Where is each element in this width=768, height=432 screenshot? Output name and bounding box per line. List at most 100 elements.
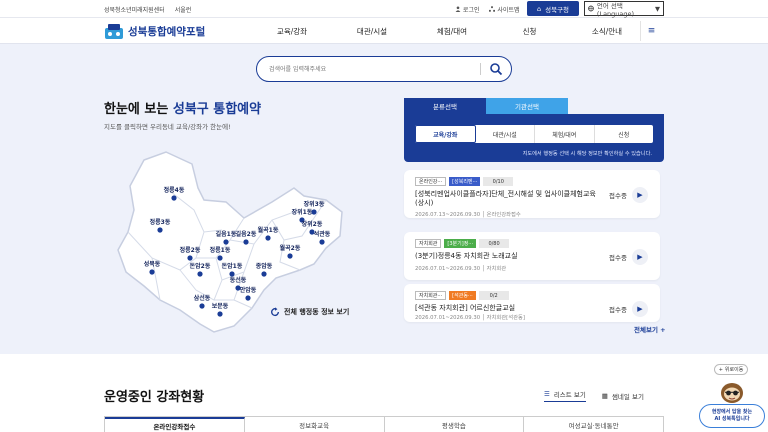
youth-center-link[interactable]: 성북청소년미래지원센터 (104, 5, 165, 14)
dong-label[interactable]: 장위2동 (302, 220, 323, 228)
hamburger-menu-icon[interactable]: ≡ (640, 21, 662, 41)
home-icon: ⌂ (536, 4, 542, 13)
filter-box: 교육/강좌 대관/시설 체험/대여 신청 지도에서 행정동 선택 시 해당 정보… (404, 114, 664, 162)
dong-label[interactable]: 돈암1동 (222, 262, 243, 270)
dong-marker[interactable] (245, 295, 251, 301)
dong-label[interactable]: 정릉4동 (164, 186, 185, 194)
chevron-right-icon[interactable]: ▶ (632, 301, 648, 317)
tab-category[interactable]: 분류선택 (404, 98, 486, 114)
nav-application[interactable]: 신청 (492, 18, 567, 44)
org-tag: 자치회관··· (415, 291, 447, 300)
program-card[interactable]: 자치회관··· [석관동··· 0/2 [석관동 자치회관] 어르신한글교실 2… (404, 284, 660, 322)
program-card[interactable]: 온라인강··· [성북리멘··· 0/10 [성북리멘업사이클플라자]단체_전시… (404, 170, 660, 218)
dong-label[interactable]: 안암동 (240, 286, 257, 294)
card-title: (3분기)정릉4동 자치회관 노래교실 (415, 252, 518, 260)
dong-label[interactable]: 월곡1동 (258, 226, 279, 234)
search-icon[interactable] (489, 62, 503, 76)
dong-label[interactable]: 동선동 (230, 276, 247, 284)
language-select[interactable]: 언어 선택 (Language) ▼ (584, 1, 664, 18)
chevron-right-icon[interactable]: ▶ (632, 187, 648, 203)
category-education[interactable]: 교육/강좌 (415, 125, 476, 143)
dong-label[interactable]: 돈암2동 (190, 262, 211, 270)
seoul-learn-link[interactable]: 서울런 (175, 5, 192, 14)
org-tag: 온라인강··· (415, 177, 447, 186)
dong-marker[interactable] (157, 227, 163, 233)
dong-label[interactable]: 정릉2동 (180, 246, 201, 254)
tab-institution[interactable]: 기관선택 (486, 98, 568, 114)
main-nav: 교육/강좌 대관/시설 체험/대여 신청 소식/안내 (252, 18, 647, 44)
category-experience[interactable]: 체험/대여 (535, 125, 595, 143)
thumbnail-view-button[interactable]: ▦ 썸네일 보기 (602, 391, 644, 401)
dong-marker[interactable] (197, 271, 203, 277)
dong-marker[interactable] (223, 239, 229, 245)
card-meta: 2026.07.01~2026.09.30 │ 자치회관[석관동] (415, 315, 525, 321)
card-title: [석관동 자치회관] 어르신한글교실 (415, 304, 516, 312)
course-status-section: 운영중인 강좌현황 ☰ 리스트 보기 ▦ 썸네일 보기 온라인강좌접수 정보화교… (0, 354, 768, 432)
dong-marker[interactable] (217, 311, 223, 317)
card-tags: 온라인강··· [성북리멘··· 0/10 (415, 177, 514, 186)
dong-marker[interactable] (265, 235, 271, 241)
full-dong-info-button[interactable]: 전체 행정동 정보 보기 (270, 307, 349, 317)
dong-label[interactable]: 석관동 (314, 230, 331, 238)
dong-label[interactable]: 종암동 (256, 262, 273, 270)
org-tag: 자치회관 (415, 239, 442, 248)
nav-news[interactable]: 소식/안내 (567, 18, 647, 44)
category-application[interactable]: 신청 (595, 125, 654, 143)
tab-women[interactable]: 여성교실·동네통안 (524, 417, 663, 432)
login-link[interactable]: 로그인 (455, 5, 479, 14)
category-rental[interactable]: 대관/시설 (476, 125, 535, 143)
card-place: 자치회관[석관동] (486, 315, 525, 321)
dong-marker[interactable] (171, 195, 177, 201)
view-all-link[interactable]: 전체보기 + (634, 324, 666, 334)
dong-label[interactable]: 장위3동 (304, 200, 325, 208)
section-title: 운영중인 강좌현황 (104, 390, 205, 405)
dong-marker[interactable] (229, 271, 235, 277)
card-tags: 자치회관 [3분기]정··· 0/80 (415, 239, 510, 248)
dong-label[interactable]: 길음2동 (236, 230, 257, 238)
chevron-right-icon[interactable]: ▶ (632, 249, 648, 265)
sitemap-link[interactable]: 사이트맵 (489, 5, 520, 14)
card-place: 자치회관 (486, 266, 507, 272)
program-tag: [3분기]정··· (444, 239, 477, 248)
nav-education[interactable]: 교육/강좌 (252, 18, 332, 44)
dong-label[interactable]: 장위1동 (292, 208, 313, 216)
dong-marker[interactable] (311, 209, 317, 215)
dong-marker[interactable] (287, 253, 293, 259)
dong-label[interactable]: 성북동 (144, 260, 161, 268)
card-date: 2026.07.01~2026.09.30 (415, 315, 481, 321)
dong-marker[interactable] (235, 285, 241, 291)
chatbot-mascot-icon[interactable] (718, 378, 746, 404)
list-icon: ☰ (544, 390, 550, 398)
dong-marker[interactable] (199, 303, 205, 309)
dong-label[interactable]: 정릉1동 (210, 246, 231, 254)
tab-online[interactable]: 온라인강좌접수 (105, 417, 245, 432)
hero-title-prefix: 한눈에 보는 (104, 102, 173, 117)
dong-label[interactable]: 길음1동 (216, 230, 237, 238)
dong-label[interactable]: 정릉3동 (150, 218, 171, 226)
tab-lifelong[interactable]: 평생학습 (385, 417, 525, 432)
utility-left-links: 성북청소년미래지원센터 서울런 (104, 5, 191, 14)
program-tag: [성북리멘··· (449, 177, 481, 186)
program-card[interactable]: 자치회관 [3분기]정··· 0/80 (3분기)정릉4동 자치회관 노래교실 … (404, 232, 660, 280)
card-meta: 2026.07.01~2026.09.30 │ 자치회관 (415, 266, 507, 272)
dong-label[interactable]: 월곡2동 (280, 244, 301, 252)
dong-marker[interactable] (261, 271, 267, 277)
chatbot-bubble[interactable]: 현장에서 답을 찾는 AI 성북톡입니다 (699, 404, 765, 428)
dong-marker[interactable] (217, 255, 223, 261)
nav-rental[interactable]: 대관/시설 (332, 18, 412, 44)
seongbuk-office-label: 성북구청 (545, 5, 570, 14)
dong-marker[interactable] (243, 239, 249, 245)
seongbuk-office-button[interactable]: ⌂ 성북구청 (527, 1, 579, 16)
dong-marker[interactable] (149, 269, 155, 275)
nav-experience[interactable]: 체험/대여 (412, 18, 492, 44)
list-view-button[interactable]: ☰ 리스트 보기 (544, 389, 586, 402)
scroll-top-button[interactable]: + 위로이동 (714, 364, 748, 375)
site-logo[interactable]: 성북통합예약포털 (104, 22, 205, 40)
dong-marker[interactable] (319, 239, 325, 245)
dong-marker[interactable] (187, 255, 193, 261)
full-dong-info-label: 전체 행정동 정보 보기 (284, 308, 350, 316)
search-input[interactable] (269, 62, 469, 76)
dong-label[interactable]: 보문동 (212, 302, 229, 310)
tab-it-education[interactable]: 정보화교육 (245, 417, 385, 432)
dong-label[interactable]: 삼선동 (194, 294, 211, 302)
